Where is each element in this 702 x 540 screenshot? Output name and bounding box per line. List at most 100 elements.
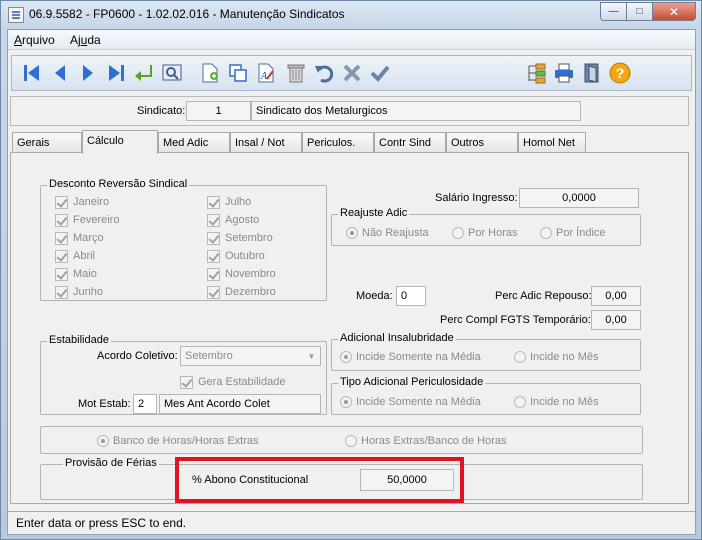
tipo-adicional-periculosidade-title: Tipo Adicional Periculosidade: [338, 376, 486, 388]
svg-text:?: ?: [616, 65, 625, 81]
print-button[interactable]: [552, 61, 576, 85]
radio-peric-incide-media[interactable]: Incide Somente na Média: [340, 395, 481, 409]
chevron-down-icon: ▼: [307, 351, 316, 361]
new-icon: [202, 63, 218, 83]
moeda-field[interactable]: 0: [396, 286, 426, 306]
window-controls: — □ ✕: [600, 2, 696, 21]
minimize-button[interactable]: —: [600, 2, 626, 21]
title-bar: 06.9.5582 - FP0600 - 1.02.02.016 - Manut…: [1, 1, 701, 29]
checkbox-marco[interactable]: Março: [55, 231, 104, 245]
go-to-button[interactable]: [132, 61, 156, 85]
acordo-coletivo-select[interactable]: Setembro ▼: [180, 346, 321, 366]
menu-arquivo[interactable]: Arquivo: [14, 33, 55, 47]
tab-insal-not[interactable]: Insal / Not: [230, 132, 302, 153]
provisao-ferias-title: Provisão de Férias: [63, 457, 159, 469]
radio-peric-incide-mes[interactable]: Incide no Mês: [514, 395, 598, 409]
go-to-icon: [135, 65, 152, 81]
highlight-box: [175, 457, 464, 503]
radio-banco-horas-extras[interactable]: Banco de Horas/Horas Extras: [97, 434, 259, 448]
prev-icon: [55, 65, 65, 81]
checkbox-fevereiro[interactable]: Fevereiro: [55, 213, 119, 227]
delete-icon: [287, 64, 305, 83]
checkbox-setembro[interactable]: Setembro: [207, 231, 273, 245]
checkbox-abril[interactable]: Abril: [55, 249, 95, 263]
tree-button[interactable]: [524, 61, 548, 85]
tab-calculo[interactable]: Cálculo: [82, 130, 158, 154]
undo-icon: [315, 65, 334, 83]
radio-por-indice[interactable]: Por Índice: [540, 226, 606, 240]
undo-button[interactable]: [312, 61, 336, 85]
edit-icon: A: [258, 63, 274, 83]
search-icon: [162, 64, 182, 81]
cancel-button[interactable]: [340, 61, 364, 85]
reajuste-adic-title: Reajuste Adic: [338, 207, 410, 219]
status-message: Enter data or press ESC to end.: [16, 516, 187, 530]
checkbox-maio[interactable]: Maio: [55, 267, 97, 281]
tab-homol-net[interactable]: Homol Net: [518, 132, 586, 153]
last-record-button[interactable]: [104, 61, 128, 85]
desconto-reversao-group: Desconto Reversão Sindical Janeiro Fever…: [40, 178, 327, 301]
radio-insal-incide-mes[interactable]: Incide no Mês: [514, 350, 598, 364]
acordo-coletivo-label: Acordo Coletivo:: [97, 350, 178, 362]
menu-bar: Arquivo Ajuda: [8, 30, 695, 50]
mot-estab-code-field[interactable]: 2: [133, 394, 157, 414]
sindicato-label: Sindicato:: [137, 105, 186, 117]
copy-record-button[interactable]: [226, 61, 250, 85]
menu-ajuda[interactable]: Ajuda: [70, 33, 101, 47]
checkbox-novembro[interactable]: Novembro: [207, 267, 276, 281]
checkbox-janeiro[interactable]: Janeiro: [55, 195, 109, 209]
new-record-button[interactable]: [198, 61, 222, 85]
reajuste-adic-group: Reajuste Adic Não Reajusta Por Horas Por…: [331, 207, 641, 246]
status-bar: Enter data or press ESC to end.: [8, 511, 695, 534]
tab-bar: Gerais Cálculo Med Adic Insal / Not Peri…: [8, 130, 695, 154]
app-icon: [8, 7, 24, 23]
next-icon: [83, 65, 93, 81]
exit-button[interactable]: [580, 61, 604, 85]
edit-record-button[interactable]: A: [254, 61, 278, 85]
perc-fgts-label: Perc Compl FGTS Temporário:: [440, 314, 591, 326]
checkbox-junho[interactable]: Junho: [55, 285, 103, 299]
checkbox-agosto[interactable]: Agosto: [207, 213, 259, 227]
print-icon: [555, 63, 573, 83]
checkbox-dezembro[interactable]: Dezembro: [207, 285, 276, 299]
tab-gerais[interactable]: Gerais: [12, 132, 82, 153]
client-area: Arquivo Ajuda A ? Sindicato: 1 Sindicato…: [7, 29, 696, 535]
maximize-button[interactable]: □: [626, 2, 652, 21]
moeda-label: Moeda:: [356, 290, 393, 302]
salario-ingresso-label: Salário Ingresso:: [435, 192, 518, 204]
delete-record-button[interactable]: [284, 61, 308, 85]
sindicato-name-field: Sindicato dos Metalurgicos: [251, 101, 581, 121]
tab-outros[interactable]: Outros: [446, 132, 518, 153]
search-button[interactable]: [160, 61, 184, 85]
header-panel: Sindicato: 1 Sindicato dos Metalurgicos: [10, 96, 689, 126]
banco-horas-group: Banco de Horas/Horas Extras Horas Extras…: [40, 426, 643, 454]
first-record-button[interactable]: [20, 61, 44, 85]
window-title: 06.9.5582 - FP0600 - 1.02.02.016 - Manut…: [29, 7, 345, 21]
exit-icon: [584, 63, 599, 83]
previous-record-button[interactable]: [48, 61, 72, 85]
next-record-button[interactable]: [76, 61, 100, 85]
perc-fgts-field[interactable]: 0,00: [591, 310, 641, 330]
salario-ingresso-field[interactable]: 0,0000: [519, 188, 639, 208]
adicional-insalubridade-group: Adicional Insalubridade Incide Somente n…: [331, 332, 641, 371]
perc-adic-repouso-label: Perc Adic Repouso:: [495, 290, 592, 302]
mot-estab-desc-field: Mes Ant Acordo Colet: [159, 394, 321, 414]
tab-med-adic[interactable]: Med Adic: [158, 132, 230, 153]
radio-nao-reajusta[interactable]: Não Reajusta: [346, 226, 429, 240]
radio-por-horas[interactable]: Por Horas: [452, 226, 518, 240]
perc-adic-repouso-field[interactable]: 0,00: [591, 286, 641, 306]
tab-page-calculo: Desconto Reversão Sindical Janeiro Fever…: [10, 152, 689, 504]
close-button[interactable]: ✕: [652, 2, 696, 21]
radio-insal-incide-media[interactable]: Incide Somente na Média: [340, 350, 481, 364]
checkbox-gera-estabilidade[interactable]: Gera Estabilidade: [180, 375, 285, 389]
tree-icon: [528, 63, 546, 84]
confirm-button[interactable]: [368, 61, 392, 85]
tab-contr-sind[interactable]: Contr Sind: [374, 132, 446, 153]
checkbox-julho[interactable]: Julho: [207, 195, 251, 209]
first-icon: [24, 65, 39, 81]
help-button[interactable]: ?: [608, 61, 632, 85]
checkbox-outubro[interactable]: Outubro: [207, 249, 265, 263]
sindicato-code-field[interactable]: 1: [186, 101, 251, 121]
radio-horas-extras-banco[interactable]: Horas Extras/Banco de Horas: [345, 434, 507, 448]
tab-periculos[interactable]: Periculos.: [302, 132, 374, 153]
